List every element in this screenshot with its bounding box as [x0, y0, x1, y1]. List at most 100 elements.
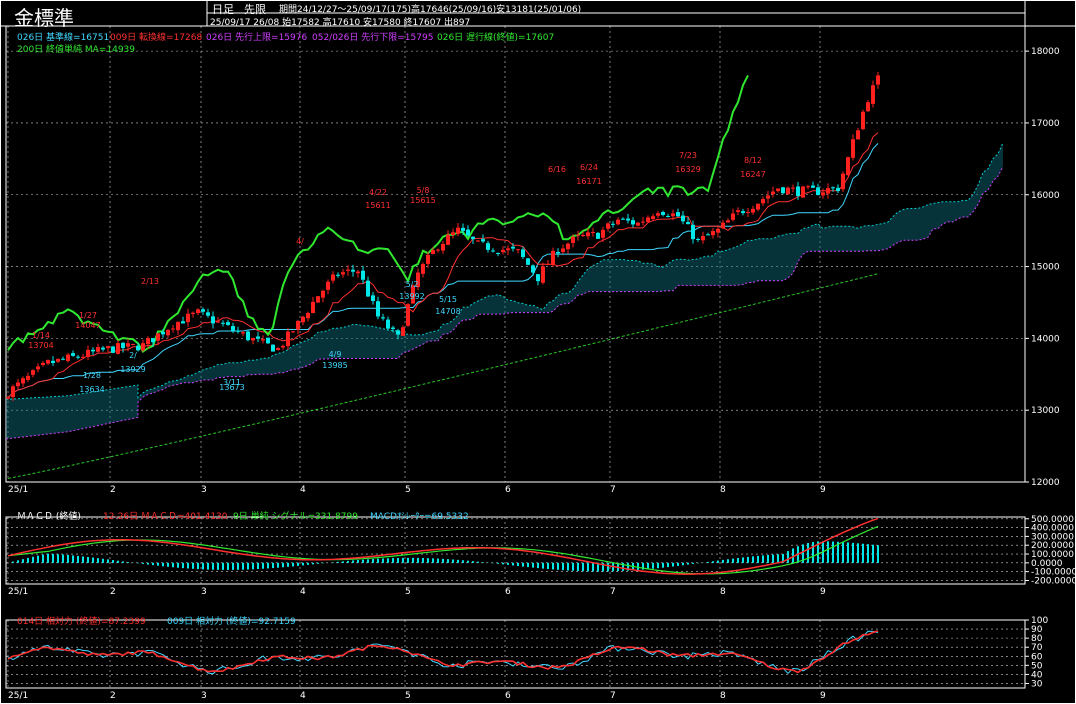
candle-body: [736, 210, 740, 212]
candle-body: [191, 312, 195, 314]
candle-body: [201, 309, 205, 312]
candle-body: [801, 186, 805, 198]
rsi-xtick-label: 3: [201, 691, 207, 701]
candle-body: [216, 321, 220, 323]
macd-ytick-label: 200.0000: [1031, 541, 1074, 551]
annotation-value: 16329: [675, 165, 700, 174]
candle-body: [336, 274, 340, 276]
macd-xtick-label: 5: [405, 587, 411, 597]
macd-xtick-label: 8: [720, 587, 726, 597]
rsi-ytick-label: 40: [1031, 670, 1043, 680]
candle-body: [311, 301, 315, 314]
candle-body: [806, 186, 810, 188]
candle-body: [166, 329, 170, 336]
candle-body: [861, 111, 865, 130]
annotation-date: 5/8: [417, 186, 430, 195]
annotation-value: 13704: [28, 341, 53, 350]
legend-senkou-b: 052/026日 先行下限=15795: [312, 33, 434, 43]
candle-body: [126, 343, 130, 347]
candle-body: [726, 220, 730, 223]
annotation-value: 13929: [120, 365, 145, 374]
candle-body: [316, 296, 320, 303]
annotation-date: 5/2: [406, 280, 419, 289]
price-ytick-label: 18000: [1031, 47, 1060, 57]
candle-body: [6, 397, 10, 399]
candle-body: [746, 211, 750, 213]
price-xtick-label: 4: [300, 485, 306, 495]
candle-body: [156, 333, 160, 341]
candle-body: [176, 321, 180, 331]
candle-body: [296, 320, 300, 330]
candle-body: [351, 269, 355, 272]
rsi-ytick-label: 50: [1031, 661, 1043, 671]
header-info-line2: 25/09/17 26/08 始17582 高17610 安17580 終176…: [210, 18, 471, 28]
macd-legend-osc: MACDｵｼﾚｰﾀｰ=69.5332: [370, 512, 469, 522]
candle-body: [711, 230, 715, 236]
candle-body: [841, 173, 845, 190]
candle-body: [621, 218, 625, 220]
price-ytick-label: 17000: [1031, 119, 1060, 129]
candle-body: [151, 338, 155, 343]
candle-body: [751, 208, 755, 213]
candle-body: [426, 254, 430, 264]
price-xtick-label: 6: [505, 485, 511, 495]
header-info-line1: 期間24/12/27～25/09/17(175)高17646(25/09/16)…: [279, 5, 582, 15]
rsi-xtick-label: 5: [405, 691, 411, 701]
candle-body: [651, 216, 655, 220]
candle-body: [221, 322, 225, 324]
candle-body: [11, 386, 15, 398]
annotation-value: 13673: [219, 383, 244, 392]
candle-body: [716, 228, 720, 233]
candle-body: [831, 187, 835, 189]
candle-body: [71, 353, 75, 356]
candle-body: [346, 269, 350, 271]
annotation-date: 4/: [296, 237, 304, 246]
macd-ytick-label: 300.0000: [1031, 532, 1074, 542]
rsi-ytick-label: 80: [1031, 634, 1043, 644]
candle-body: [76, 356, 80, 358]
price-ytick-label: 16000: [1031, 191, 1060, 201]
candle-body: [366, 280, 370, 297]
candle-body: [451, 232, 455, 236]
candle-body: [286, 331, 290, 347]
macd-xtick-label: 25/1: [8, 587, 28, 597]
candle-body: [261, 339, 265, 341]
annotation-value: 16171: [576, 177, 601, 186]
candle-body: [496, 252, 500, 254]
candle-body: [551, 250, 555, 266]
legend-senkou-a: 026日 先行上限=15976: [206, 33, 308, 43]
rsi-ytick-label: 70: [1031, 643, 1043, 653]
candle-body: [491, 250, 495, 252]
candle-body: [846, 157, 850, 176]
candle-body: [791, 187, 795, 189]
candle-body: [521, 249, 525, 258]
candle-body: [241, 332, 245, 334]
candle-body: [646, 217, 650, 223]
senkou-a-line: [5, 142, 1004, 400]
candle-body: [656, 213, 660, 216]
candle-body: [466, 229, 470, 236]
candle-body: [531, 265, 535, 273]
candle-body: [31, 370, 35, 375]
candle-body: [566, 243, 570, 250]
candle-body: [776, 188, 780, 192]
annotation-date: 6/24: [580, 163, 598, 172]
candle-body: [536, 274, 540, 282]
legend-chikou: 026日 遅行線(終値)=17607: [437, 33, 555, 43]
candle-body: [196, 309, 200, 314]
candle-body: [611, 223, 615, 225]
annotation-date: 4/9: [329, 350, 342, 359]
candle-body: [171, 328, 175, 330]
candle-body: [211, 316, 215, 324]
candle-body: [461, 227, 465, 232]
candle-body: [771, 191, 775, 195]
candle-body: [691, 224, 695, 240]
candle-body: [51, 360, 55, 364]
macd-legend-signal: 9日 単純 シグナル=331.8799: [233, 512, 358, 522]
annotation-value: 13985: [322, 361, 347, 370]
price-xtick-label: 9: [820, 485, 826, 495]
candle-body: [181, 321, 185, 324]
candle-body: [811, 185, 815, 188]
candle-body: [501, 249, 505, 252]
candle-body: [876, 75, 880, 85]
